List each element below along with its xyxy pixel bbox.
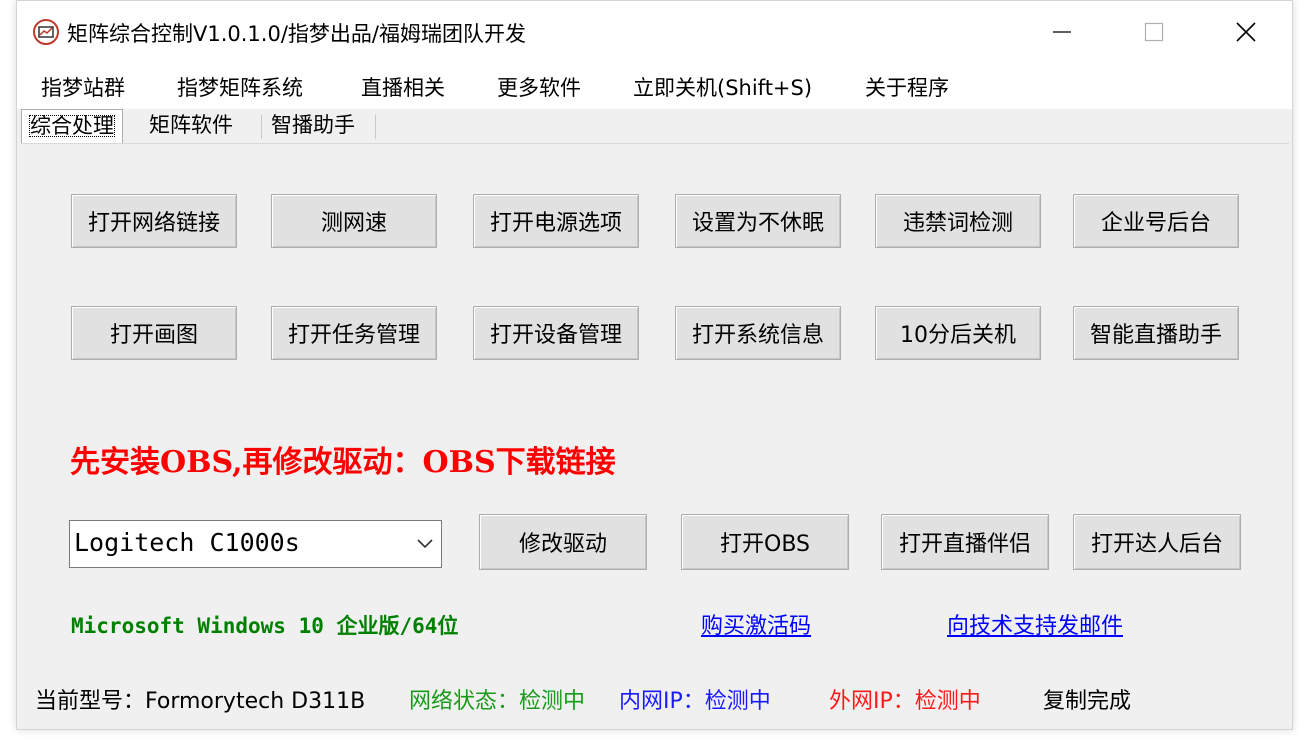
open-obs-button[interactable]: 打开OBS [681,514,849,570]
email-support-link[interactable]: 向技术支持发邮件 [947,608,1123,640]
tab-general-label: 综合处理 [29,114,115,138]
enterprise-backend-button[interactable]: 企业号后台 [1073,194,1239,248]
tab-separator [261,115,262,139]
menu-bar: 指梦站群 指梦矩阵系统 直播相关 更多软件 立即关机(Shift+S) 关于程序 [17,63,1292,109]
open-network-connections-button[interactable]: 打开网络链接 [71,194,237,248]
chevron-down-icon [417,539,433,549]
maximize-button[interactable] [1109,1,1199,63]
open-power-options-button[interactable]: 打开电源选项 [473,194,639,248]
menu-site-group[interactable]: 指梦站群 [41,72,125,102]
obs-install-warning[interactable]: 先安装OBS,再修改驱动：OBS下载链接 [70,437,616,481]
title-bar: 矩阵综合控制V1.0.1.0/指梦出品/福姆瑞团队开发 [17,1,1292,63]
menu-live-related[interactable]: 直播相关 [361,72,445,102]
status-device-model: 当前型号：Formorytech D311B [35,689,366,714]
status-lan-ip: 内网IP：检测中 [619,689,771,714]
menu-matrix-system[interactable]: 指梦矩阵系统 [177,72,303,102]
minimize-button[interactable] [1017,1,1107,63]
open-system-info-button[interactable]: 打开系统信息 [675,306,841,360]
app-logo-icon [33,19,59,45]
smart-live-assistant-button[interactable]: 智能直播助手 [1073,306,1239,360]
open-task-manager-button[interactable]: 打开任务管理 [271,306,437,360]
tab-matrix-software-label: 矩阵软件 [149,113,233,137]
os-info-label: Microsoft Windows 10 企业版/64位 [71,614,459,638]
status-copy-done: 复制完成 [1043,689,1132,714]
menu-more-software[interactable]: 更多软件 [497,72,581,102]
modify-driver-button[interactable]: 修改驱动 [479,514,647,570]
close-button[interactable] [1201,1,1291,63]
open-device-manager-button[interactable]: 打开设备管理 [473,306,639,360]
window-title: 矩阵综合控制V1.0.1.0/指梦出品/福姆瑞团队开发 [67,22,526,46]
tab-separator [375,115,376,139]
banned-words-check-button[interactable]: 违禁词检测 [875,194,1041,248]
tab-live-assistant[interactable]: 智播助手 [265,109,361,143]
tab-live-assistant-label: 智播助手 [271,113,355,137]
status-network: 网络状态：检测中 [409,689,586,714]
menu-shutdown-now[interactable]: 立即关机(Shift+S) [633,72,812,102]
disable-sleep-button[interactable]: 设置为不休眠 [675,194,841,248]
buy-activation-code-link[interactable]: 购买激活码 [701,608,811,640]
status-bar: 当前型号：Formorytech D311B 网络状态：检测中 内网IP：检测中… [21,671,1289,727]
shutdown-10min-button[interactable]: 10分后关机 [875,306,1041,360]
status-wan-ip: 外网IP：检测中 [829,689,981,714]
general-panel: 打开网络链接 测网速 打开电源选项 设置为不休眠 违禁词检测 企业号后台 打开画… [21,143,1289,664]
open-paint-button[interactable]: 打开画图 [71,306,237,360]
camera-select[interactable]: Logitech C1000s [69,520,442,568]
open-live-companion-button[interactable]: 打开直播伴侣 [881,514,1049,570]
tab-matrix-software[interactable]: 矩阵软件 [143,109,239,143]
menu-about[interactable]: 关于程序 [865,72,949,102]
close-icon [1236,22,1256,42]
speed-test-button[interactable]: 测网速 [271,194,437,248]
open-creator-backend-button[interactable]: 打开达人后台 [1073,514,1241,570]
tab-general[interactable]: 综合处理 [21,109,123,144]
tab-strip: 综合处理 矩阵软件 智播助手 [17,109,1292,145]
maximize-icon [1144,22,1164,42]
camera-select-value: Logitech C1000s [74,528,300,557]
minimize-icon [1053,31,1071,33]
app-window: 矩阵综合控制V1.0.1.0/指梦出品/福姆瑞团队开发 指梦站群 指梦矩阵系统 … [16,0,1293,730]
